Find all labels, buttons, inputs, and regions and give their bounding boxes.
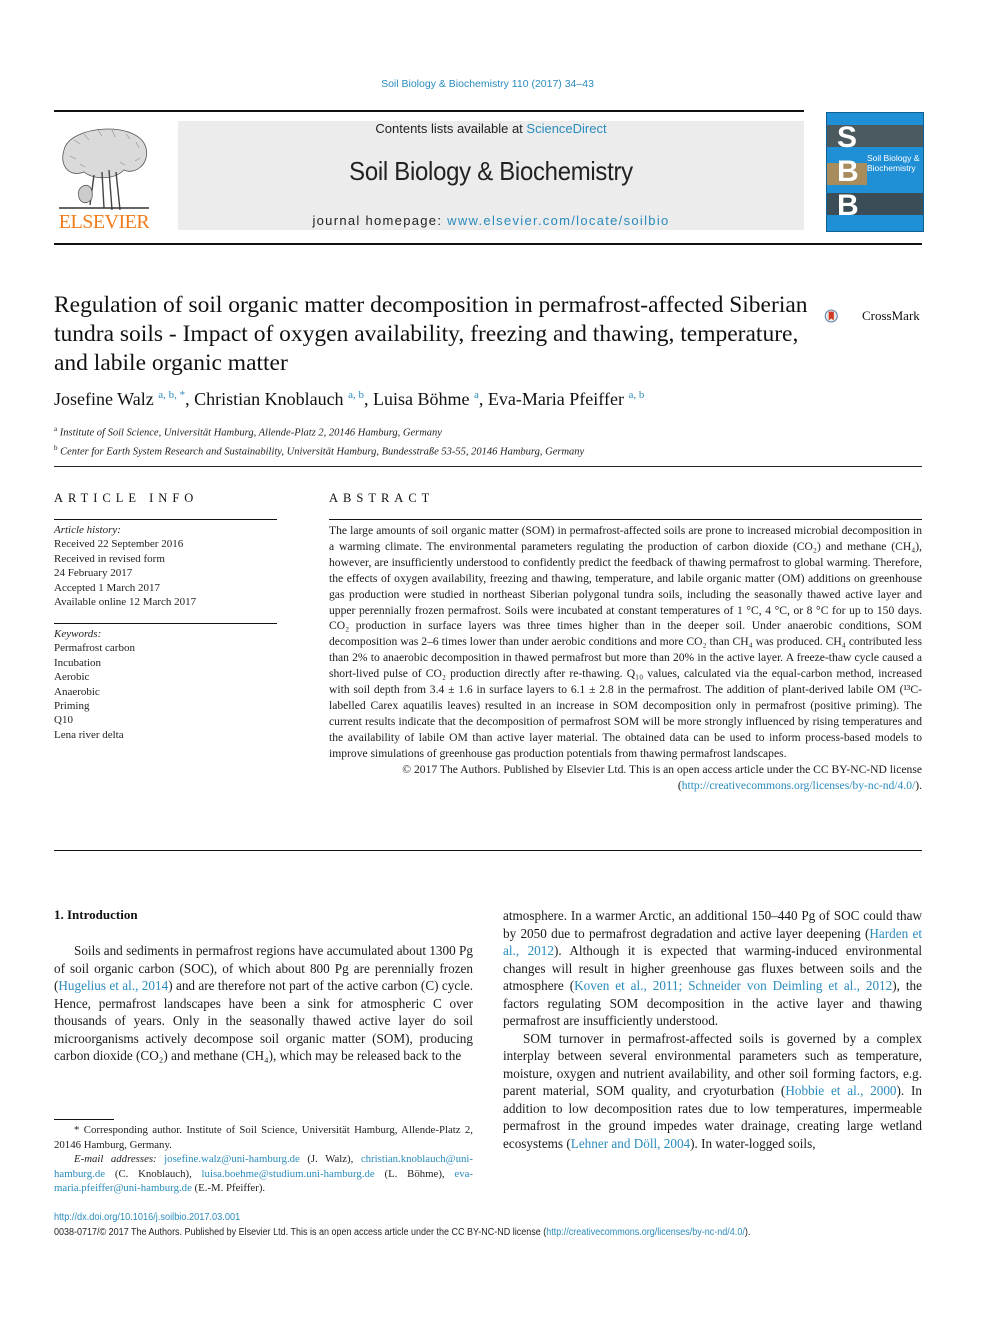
paragraph: Soils and sediments in permafrost region…: [54, 942, 473, 1065]
cover-title-line1: Soil Biology &: [867, 153, 920, 163]
author-affiliation-marker[interactable]: a, b, *: [158, 389, 185, 401]
email-label: E-mail addresses:: [74, 1153, 157, 1165]
citation-link[interactable]: Lehner and Döll, 2004: [571, 1136, 690, 1151]
cover-title: Soil Biology & Biochemistry: [867, 153, 919, 173]
history-item: Accepted 1 March 2017: [54, 581, 160, 594]
journal-cover-image[interactable]: S B B Soil Biology & Biochemistry: [826, 112, 924, 232]
header-top-rule: [54, 110, 804, 112]
keyword-item: Priming: [54, 700, 90, 713]
crossmark-icon[interactable]: [824, 296, 864, 336]
journal-citation-link[interactable]: Soil Biology & Biochemistry 110 (2017) 3…: [0, 78, 975, 90]
author-affiliation-marker[interactable]: a, b: [348, 389, 364, 401]
keyword-item: Lena river delta: [54, 728, 124, 741]
author-name[interactable]: Eva-Maria Pfeiffer: [488, 389, 624, 409]
author-list: Josefine Walz a, b, *, Christian Knoblau…: [54, 389, 645, 409]
email-owner: (L. Böhme),: [374, 1167, 455, 1180]
abstract-end-rule: [54, 850, 922, 851]
affiliation-text: Center for Earth System Research and Sus…: [60, 446, 585, 457]
journal-homepage-link[interactable]: www.elsevier.com/locate/soilbio: [447, 213, 669, 228]
citation-link[interactable]: Hobbie et al., 2000: [785, 1083, 896, 1098]
author-name[interactable]: Josefine Walz: [54, 389, 154, 409]
issn-copyright-line: 0038-0717/© 2017 The Authors. Published …: [54, 1227, 918, 1238]
body-text: ). In water-logged soils,: [690, 1135, 816, 1151]
email-link[interactable]: josefine.walz@uni-hamburg.de: [164, 1153, 300, 1165]
author-affiliation-marker[interactable]: a, b: [628, 389, 644, 401]
body-text: atmosphere. In a warmer Arctic, an addit…: [503, 908, 922, 941]
keyword-item: Permafrost carbon: [54, 642, 135, 655]
homepage-prefix: journal homepage:: [312, 213, 448, 228]
citation-link[interactable]: Hugelius et al., 2014: [58, 978, 168, 993]
cover-letter-b: B: [837, 189, 859, 222]
keywords: Keywords: Permafrost carbon Incubation A…: [54, 627, 277, 742]
issn-suffix: ).: [744, 1227, 751, 1238]
sciencedirect-link[interactable]: ScienceDirect: [526, 121, 606, 136]
article-info-heading: ARTICLE INFO: [54, 491, 199, 505]
keyword-item: Aerobic: [54, 671, 90, 684]
footnote: * Corresponding author. Institute of Soi…: [54, 1123, 473, 1196]
email-addresses: E-mail addresses: josefine.walz@uni-hamb…: [54, 1152, 473, 1196]
section-divider: [54, 466, 922, 467]
abstract-rule: [329, 519, 922, 520]
affiliation-key: a: [54, 425, 58, 433]
issn-text: 0038-0717/© 2017 The Authors. Published …: [54, 1227, 547, 1238]
affiliations: a Institute of Soil Science, Universität…: [54, 422, 934, 459]
paragraph: atmosphere. In a warmer Arctic, an addit…: [503, 907, 922, 1030]
header-bottom-rule: [54, 243, 922, 245]
license-link[interactable]: http://creativecommons.org/licenses/by-n…: [546, 1227, 745, 1238]
email-owner: (J. Walz),: [299, 1153, 361, 1165]
abstract-text: The large amounts of soil organic matter…: [329, 524, 922, 760]
keyword-item: Anaerobic: [54, 685, 100, 698]
article-history-label: Article history:: [54, 524, 121, 536]
abstract-copyright: © 2017 The Authors. Published by Elsevie…: [329, 762, 922, 794]
corresponding-author-note: * Corresponding author. Institute of Soi…: [54, 1124, 473, 1151]
article-info-rule: [54, 519, 277, 520]
abstract-body: The large amounts of soil organic matter…: [329, 523, 922, 793]
body-column-left: Soils and sediments in permafrost region…: [54, 942, 473, 1065]
article-history: Article history: Received 22 September 2…: [54, 523, 277, 609]
elsevier-wordmark[interactable]: ELSEVIER: [54, 211, 154, 234]
affiliation-text: Institute of Soil Science, Universität H…: [59, 427, 442, 439]
email-owner: (C. Knoblauch),: [105, 1167, 202, 1180]
crossmark-label[interactable]: CrossMark: [862, 308, 920, 324]
history-item: Received in revised form: [54, 552, 165, 565]
history-item: Received 22 September 2016: [54, 538, 184, 551]
copyright-suffix: ).: [915, 778, 922, 792]
affiliation-item: a Institute of Soil Science, Universität…: [54, 422, 934, 441]
contents-prefix: Contents lists available at: [375, 121, 527, 136]
history-item: Available online 12 March 2017: [54, 596, 197, 609]
journal-title: Soil Biology & Biochemistry: [349, 156, 633, 186]
affiliation-item: b Center for Earth System Research and S…: [54, 441, 934, 460]
cover-letter-s: S: [837, 121, 858, 154]
article-title: Regulation of soil organic matter decomp…: [54, 292, 808, 376]
email-link[interactable]: luisa.boehme@studium.uni-hamburg.de: [202, 1168, 375, 1180]
contents-availability-line: Contents lists available at ScienceDirec…: [178, 121, 804, 136]
footnote-rule: [54, 1119, 114, 1120]
author-affiliation-marker[interactable]: a: [474, 389, 479, 401]
license-link[interactable]: http://creativecommons.org/licenses/by-n…: [682, 779, 916, 792]
email-owner: (E.-M. Pfeiffer).: [191, 1182, 266, 1194]
keywords-rule: [54, 623, 277, 624]
abstract-heading: ABSTRACT: [329, 491, 435, 505]
paragraph: SOM turnover in permafrost-affected soil…: [503, 1030, 922, 1153]
doi-link[interactable]: http://dx.doi.org/10.1016/j.soilbio.2017…: [54, 1212, 240, 1223]
cover-title-line2: Biochemistry: [867, 163, 916, 173]
journal-homepage-line: journal homepage: www.elsevier.com/locat…: [178, 213, 804, 228]
keyword-item: Incubation: [54, 656, 102, 669]
keyword-item: Q10: [54, 714, 73, 727]
author-name[interactable]: Luisa Böhme: [373, 389, 470, 409]
body-column-right: atmosphere. In a warmer Arctic, an addit…: [503, 907, 922, 1152]
affiliation-key: b: [54, 443, 58, 452]
citation-link[interactable]: Koven et al., 2011; Schneider von Deimli…: [574, 978, 892, 993]
cover-letter-b: B: [837, 155, 859, 188]
history-item: 24 February 2017: [54, 567, 133, 580]
keywords-label: Keywords:: [54, 628, 102, 640]
introduction-heading: 1. Introduction: [54, 907, 138, 922]
author-name[interactable]: Christian Knoblauch: [194, 389, 343, 409]
